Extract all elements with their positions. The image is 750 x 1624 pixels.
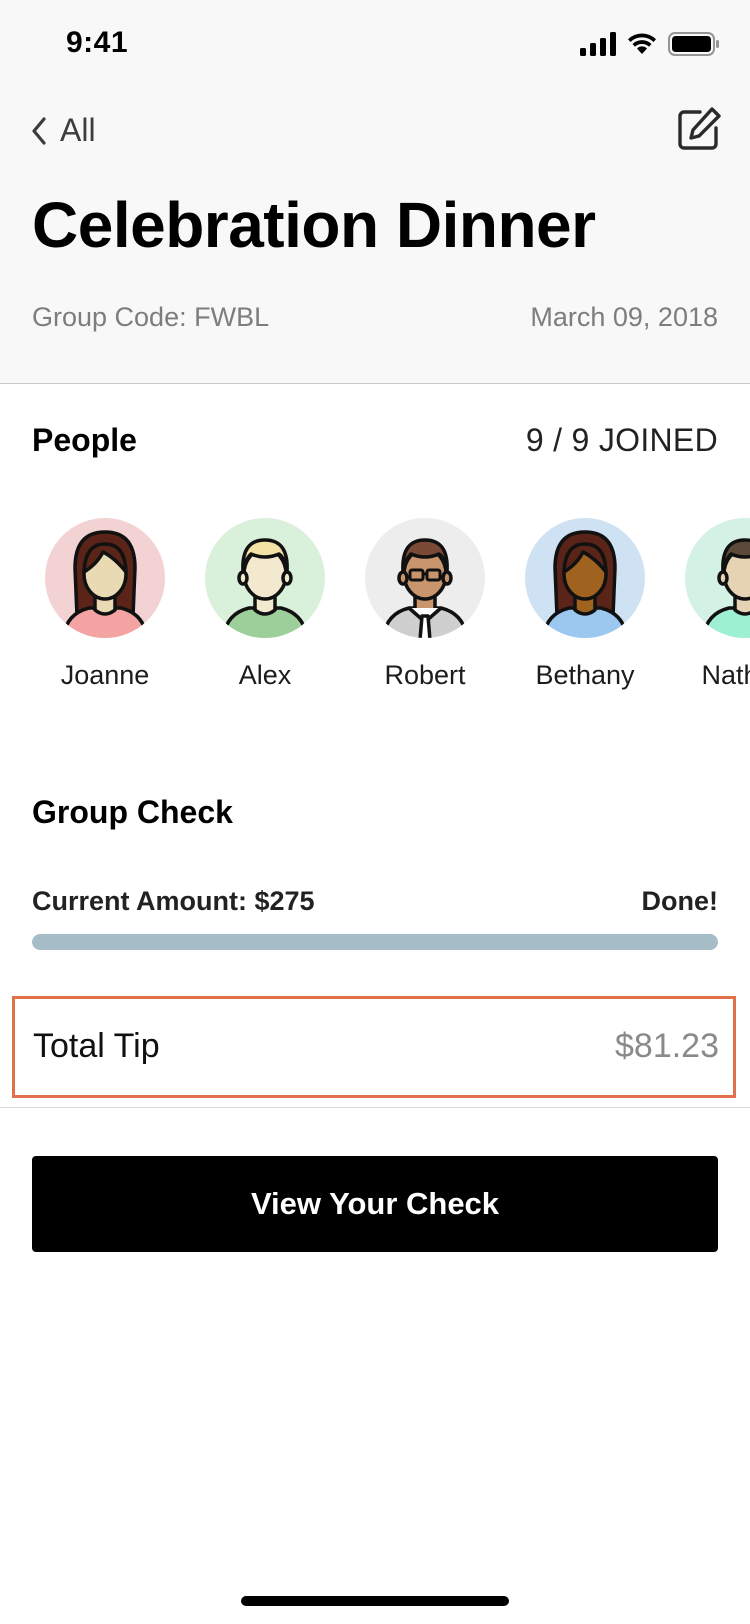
avatar — [365, 518, 485, 638]
avatar — [525, 518, 645, 638]
tip-value: $81.23 — [615, 1027, 719, 1065]
progress-bar — [32, 934, 718, 950]
person-joanne[interactable]: Joanne — [25, 518, 185, 691]
person-bethany[interactable]: Bethany — [505, 518, 665, 691]
chevron-left-icon — [32, 116, 46, 145]
back-button[interactable]: All — [30, 112, 96, 149]
progress-fill — [32, 934, 718, 950]
person-name: Robert — [384, 660, 466, 690]
status-time: 9:41 — [66, 26, 129, 59]
avatar — [205, 518, 325, 638]
divider — [0, 1107, 750, 1108]
people-title: People — [32, 422, 137, 458]
page-title: Celebration Dinner — [32, 189, 596, 261]
avatar — [45, 518, 165, 638]
total-tip-row[interactable]: Total Tip $81.23 — [12, 996, 736, 1098]
people-row[interactable]: Joanne Alex Robert Bethany Nathan — [0, 518, 750, 698]
home-indicator[interactable] — [241, 1596, 509, 1606]
current-amount: Current Amount: $275 — [32, 886, 315, 916]
person-alex[interactable]: Alex — [185, 518, 345, 691]
view-check-button[interactable]: View Your Check — [32, 1156, 718, 1252]
check-status: Done! — [641, 886, 719, 916]
joined-count: 9 / 9 JOINED — [525, 422, 718, 458]
compose-icon — [678, 107, 721, 150]
event-date: March 09, 2018 — [530, 302, 718, 332]
avatar — [685, 518, 750, 638]
person-name: Nathan — [701, 660, 750, 690]
group-check-title: Group Check — [32, 794, 233, 830]
edit-button[interactable] — [676, 106, 722, 157]
status-icons — [580, 32, 720, 56]
group-code: Group Code: FWBL — [32, 302, 270, 332]
person-name: Alex — [238, 660, 292, 690]
signal-icon — [580, 32, 616, 56]
person-illustration — [541, 530, 629, 638]
person-illustration — [381, 538, 469, 638]
back-label: All — [60, 112, 96, 148]
person-nathan[interactable]: Nathan — [665, 518, 750, 691]
person-name: Joanne — [60, 660, 150, 690]
person-robert[interactable]: Robert — [345, 518, 505, 691]
person-illustration — [221, 538, 309, 638]
person-illustration — [701, 538, 750, 638]
person-illustration — [61, 530, 149, 638]
wifi-icon — [628, 33, 656, 54]
battery-icon — [668, 32, 719, 56]
tip-label: Total Tip — [33, 1027, 160, 1065]
person-name: Bethany — [535, 660, 635, 690]
